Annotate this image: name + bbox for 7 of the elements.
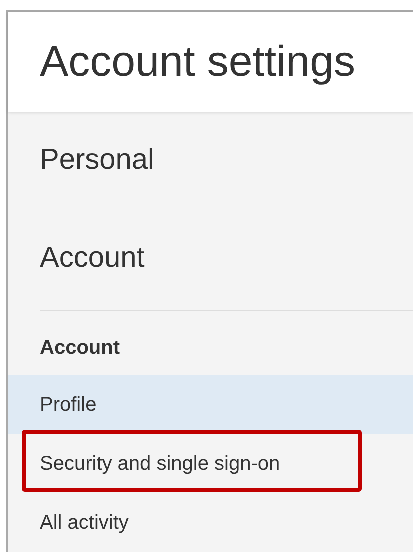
nav-item[interactable]: Security and single sign-on (40, 448, 280, 478)
page-title: Account settings (40, 40, 356, 84)
nav-item[interactable]: Profile (40, 390, 97, 420)
section-link[interactable]: Personal (40, 139, 154, 183)
nav-item[interactable]: All activity (40, 508, 129, 538)
group-heading: Account (39, 336, 121, 361)
section-link[interactable]: Account (40, 237, 145, 281)
